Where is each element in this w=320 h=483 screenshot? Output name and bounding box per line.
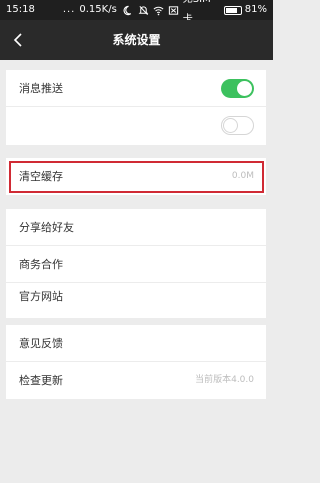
status-bar: 15:18 ... 0.15K/s 无SIM卡	[0, 0, 273, 25]
title-bar: 系统设置	[0, 20, 273, 60]
battery-percent: 81%	[244, 4, 267, 15]
settings-row-business[interactable]: 商务合作	[6, 246, 266, 283]
status-icons	[123, 5, 179, 16]
settings-row-share[interactable]: 分享给好友	[6, 209, 266, 246]
status-network-speed: 0.15K/s	[79, 4, 117, 15]
share-label: 分享给好友	[19, 221, 74, 234]
business-label: 商务合作	[19, 258, 63, 271]
toggle-knob	[223, 118, 238, 133]
settings-row-toggle-2	[6, 107, 266, 146]
push-toggle[interactable]	[221, 79, 254, 98]
feedback-label: 意见反馈	[19, 337, 63, 350]
battery-icon	[224, 5, 242, 15]
settings-row-check-update[interactable]: 检查更新 当前版本4.0.0	[6, 362, 266, 400]
toggle-knob	[237, 81, 252, 96]
version-value: 当前版本4.0.0	[195, 375, 254, 385]
secondary-toggle[interactable]	[221, 116, 254, 135]
battery-level-fill	[226, 7, 238, 13]
check-update-label: 检查更新	[19, 374, 63, 387]
wifi-icon	[153, 6, 164, 15]
settings-row-feedback[interactable]: 意见反馈	[6, 325, 266, 362]
status-dots: ...	[62, 4, 76, 15]
official-site-label: 官方网站	[19, 290, 63, 303]
alarm-off-icon	[138, 5, 149, 15]
moon-icon	[123, 5, 131, 15]
settings-row-push: 消息推送	[6, 70, 266, 107]
push-label: 消息推送	[19, 82, 63, 95]
settings-row-official-site[interactable]: 官方网站	[6, 283, 266, 319]
sim-card-icon	[168, 5, 178, 15]
page-title: 系统设置	[112, 33, 161, 47]
screen: 15:18 ... 0.15K/s 无SIM卡	[0, 0, 273, 483]
highlight-box	[9, 161, 264, 193]
status-time: 15:18	[6, 4, 35, 15]
